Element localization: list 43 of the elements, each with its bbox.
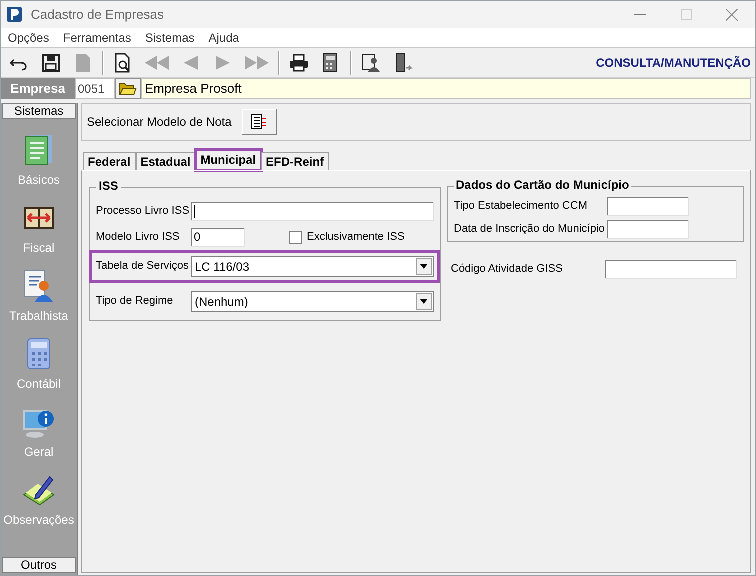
group-title: ISS [96, 180, 122, 192]
field-label: Processo Livro ISS [95, 204, 191, 219]
sidebar-footer[interactable]: Outros [2, 557, 76, 573]
person-document-icon [360, 52, 382, 74]
window-title: Cadastro de Empresas [31, 6, 164, 24]
mode-label: CONSULTA/MANUTENÇÃO [596, 54, 751, 72]
field-label: Modelo Livro ISS [95, 230, 181, 245]
field-label: Tipo Estabelecimento CCM [454, 198, 588, 214]
menu-item[interactable]: Sistemas [141, 28, 199, 46]
group-title: Dados do Cartão do Município [454, 179, 632, 191]
sidebar-header[interactable]: Sistemas [2, 103, 76, 119]
menu-item[interactable]: Ajuda [204, 28, 244, 46]
text-field[interactable] [191, 202, 434, 220]
folder-icon [119, 82, 137, 96]
text-field[interactable] [605, 260, 737, 278]
company-code-field[interactable]: 0051 [75, 78, 115, 99]
field-label: Tipo de Regime [95, 294, 174, 310]
list-icon [251, 114, 268, 130]
menu-item[interactable]: Opções [4, 28, 54, 46]
menu-item[interactable]: Ferramentas [59, 28, 136, 46]
open-folder-button[interactable] [115, 78, 141, 99]
save-icon [40, 52, 62, 74]
checkbox[interactable] [289, 230, 302, 244]
company-label: Empresa [1, 78, 75, 99]
app-logo-icon [7, 7, 22, 22]
checkbox-label: Exclusivamente ISS [307, 230, 405, 245]
person-document-icon [22, 269, 56, 303]
text-field[interactable] [607, 196, 689, 216]
tab[interactable]: Estadual [136, 152, 196, 170]
dropdown-field[interactable]: LC 116/03 [191, 256, 434, 277]
text-field[interactable]: 0 [191, 228, 245, 246]
dropdown-field[interactable]: (Nenhum) [191, 291, 434, 312]
select-model-button[interactable] [242, 109, 277, 135]
select-model-label: Selecionar Modelo de Nota [87, 114, 232, 131]
field-label: Código Atividade GISS [451, 262, 564, 277]
company-name-field[interactable]: Empresa Prosoft [141, 78, 751, 99]
tab[interactable]: Federal [83, 152, 136, 170]
tab[interactable]: EFD-Reinf [261, 152, 330, 170]
tab[interactable]: Municipal [196, 150, 262, 170]
field-label: Tabela de Serviços [95, 259, 190, 274]
field-label: Data de Inscrição do Município [454, 222, 606, 237]
printer-icon [288, 52, 310, 74]
text-field[interactable] [607, 220, 689, 238]
